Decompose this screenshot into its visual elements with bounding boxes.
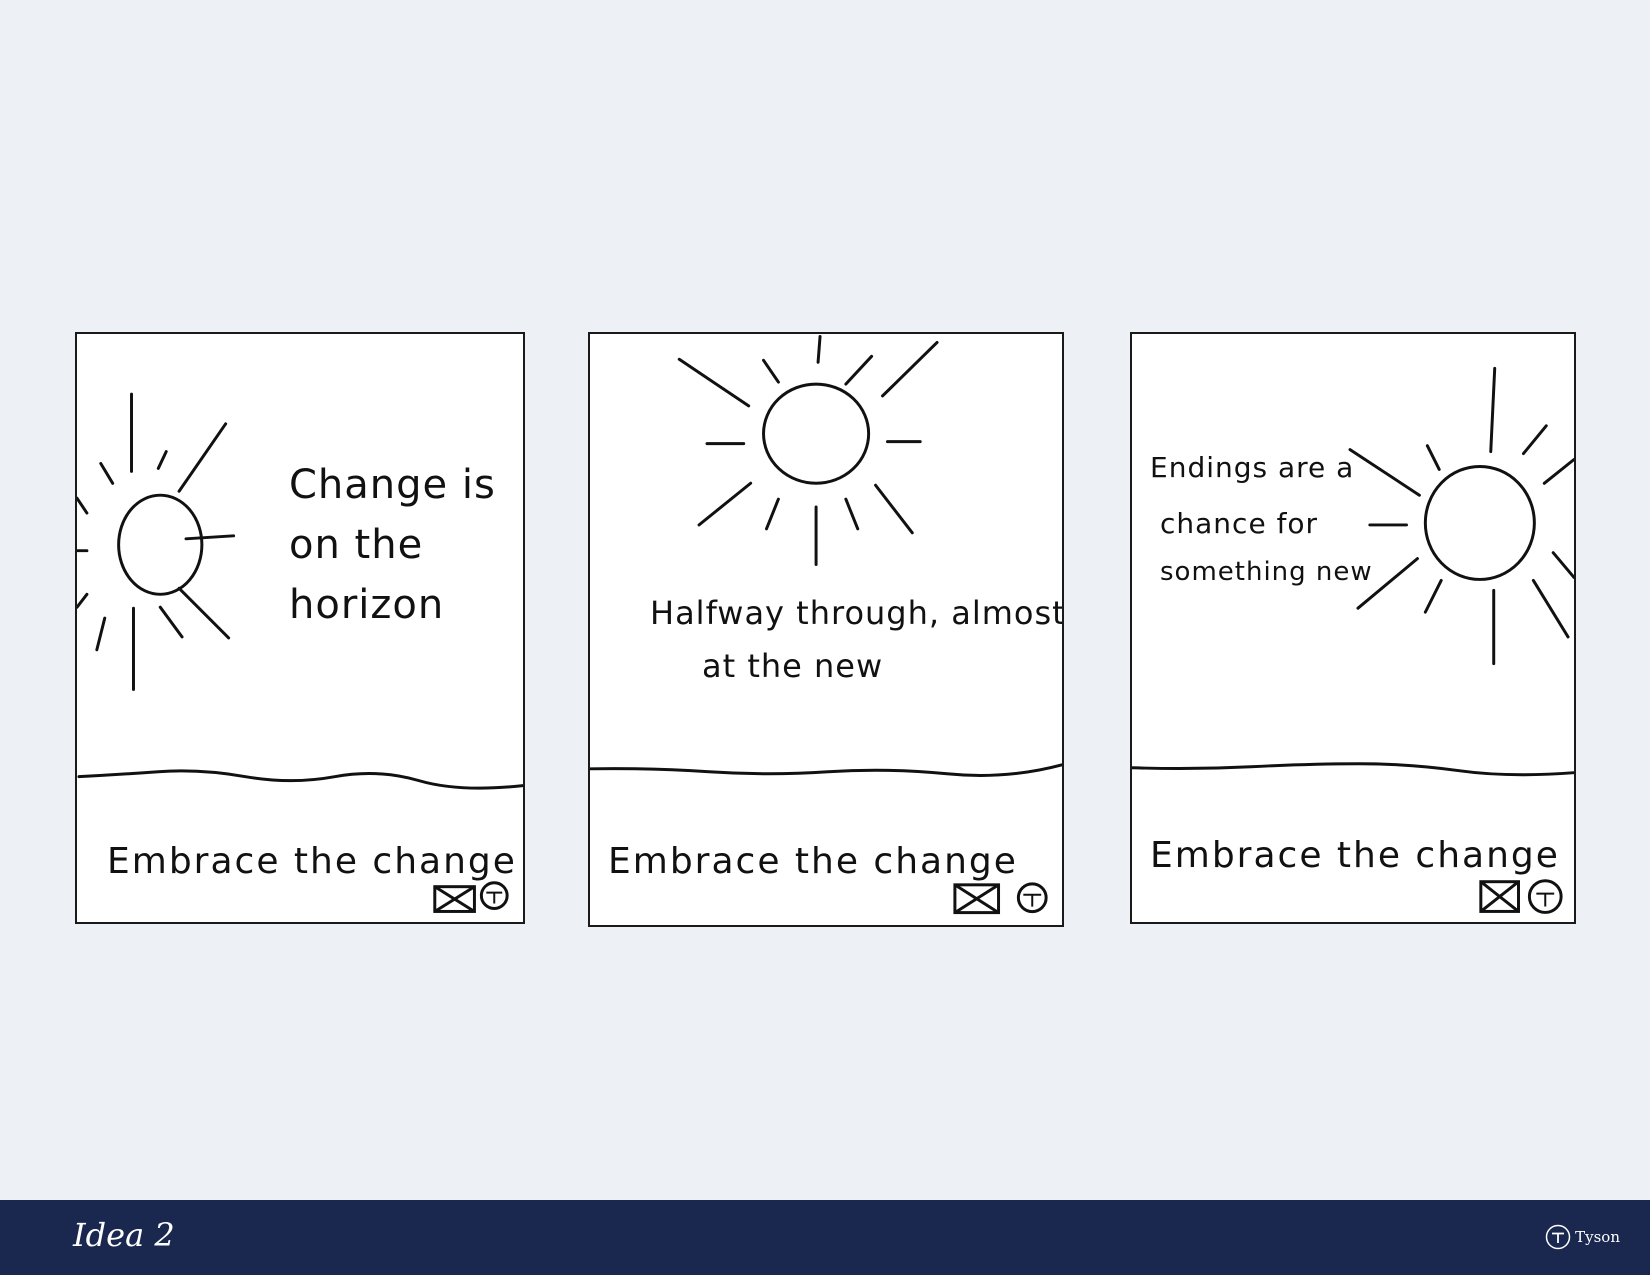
envelope-icon: [953, 883, 1001, 915]
brand-logo: Tyson: [1545, 1224, 1620, 1250]
envelope-icon: [1479, 880, 1520, 913]
brand-name: Tyson: [1575, 1228, 1620, 1246]
tyson-logo-icon: [1527, 879, 1563, 914]
footer-bar: Idea 2 Tyson: [0, 1200, 1650, 1275]
sketch-panel-1: Change is on the horizon Embrace the cha…: [75, 332, 525, 924]
sketch-panel-3: Endings are a chance for something new E…: [1130, 332, 1576, 924]
tyson-logo-icon: [1016, 882, 1048, 914]
sketch-panel-2: Halfway through, almost at the new Embra…: [588, 332, 1064, 927]
panel-icons: [1479, 879, 1563, 914]
tyson-logo-icon: [479, 881, 509, 910]
tyson-logo-icon: [1545, 1224, 1571, 1250]
panel-icons: [433, 881, 509, 913]
panel-icons: [953, 882, 1048, 915]
slide-title: Idea 2: [73, 1216, 175, 1254]
slide-canvas: Change is on the horizon Embrace the cha…: [0, 0, 1650, 1200]
envelope-icon: [433, 885, 476, 913]
